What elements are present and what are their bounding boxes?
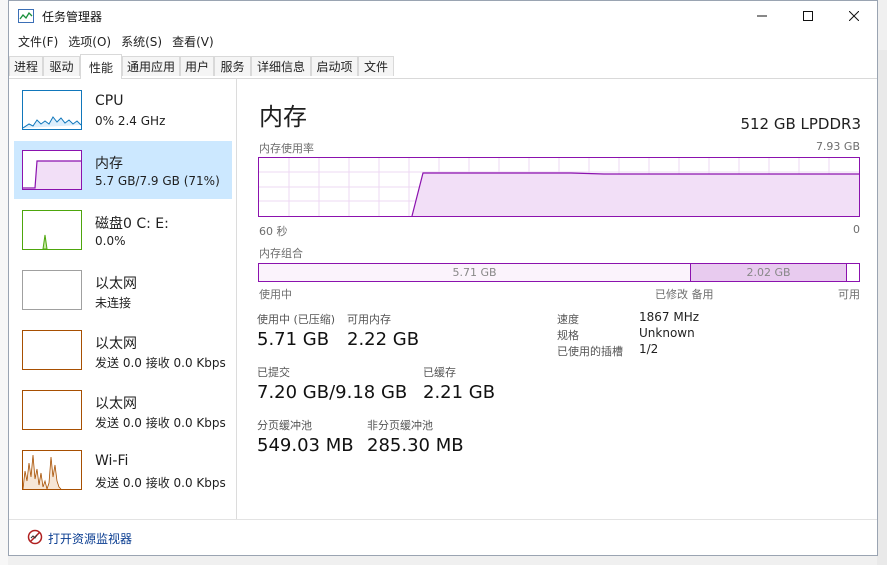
task-manager-icon [18, 9, 34, 23]
tab-drivers[interactable]: 驱动 [43, 56, 80, 76]
menu-bar: 文件(F) 选项(O) 系统(S) 查看(V) [9, 31, 877, 51]
in-use-label: 使用中 (已压缩) [257, 313, 336, 326]
paged-pool-value: 549.03 MB [257, 435, 354, 456]
memory-detail-panel: 内存 512 GB LPDDR3 内存使用率 7.93 GB 60 秒 0 内存… [237, 79, 877, 519]
usage-graph-max: 7.93 GB [815, 140, 860, 153]
tab-startup[interactable]: 启动项 [311, 56, 358, 76]
sidebar-item-memory[interactable]: 内存 5.7 GB/7.9 GB (71%) [14, 141, 232, 199]
title-bar: 任务管理器 [9, 1, 877, 31]
usage-graph-label: 内存使用率 [259, 142, 314, 155]
background-window-edge [0, 0, 8, 565]
sidebar-item-subtitle: 5.7 GB/7.9 GB (71%) [95, 174, 220, 188]
minimize-icon [757, 15, 767, 17]
speed-value: 1867 MHz [639, 310, 700, 324]
tab-files[interactable]: 文件 [358, 56, 394, 76]
sidebar-item-subtitle: 未连接 [95, 296, 132, 310]
close-button[interactable] [831, 1, 877, 31]
speed-label: 速度 [557, 313, 579, 326]
sidebar-item-title: 以太网 [95, 276, 137, 292]
close-icon [849, 11, 859, 21]
tab-services[interactable]: 服务 [214, 56, 251, 76]
tab-bar: 进程 驱动 性能 通用应用 用户 服务 详细信息 启动项 文件 [9, 54, 877, 79]
memory-usage-graph [258, 157, 860, 217]
wifi-thumbnail-graph [22, 450, 82, 490]
sidebar-item-title: 以太网 [95, 396, 137, 412]
tab-performance[interactable]: 性能 [80, 54, 122, 79]
sidebar-item-wifi[interactable]: Wi-Fi 发送 0.0 接收 0.0 Kbps [14, 441, 232, 499]
composition-modified: 2.02 GB [691, 264, 847, 281]
committed-value: 7.20 GB/9.18 GB [257, 382, 408, 403]
sidebar-item-subtitle: 发送 0.0 接收 0.0 Kbps [95, 476, 226, 490]
sidebar-item-subtitle: 发送 0.0 接收 0.0 Kbps [95, 356, 226, 370]
slots-used-value: 1/2 [639, 342, 659, 356]
tab-processes[interactable]: 进程 [9, 56, 43, 76]
sidebar-item-subtitle: 发送 0.0 接收 0.0 Kbps [95, 416, 226, 430]
sidebar-item-ethernet-1[interactable]: 以太网 未连接 [14, 261, 232, 319]
nonpaged-pool-label: 非分页缓冲池 [367, 419, 433, 432]
legend-in-use: 使用中 [259, 288, 292, 301]
available-label: 可用内存 [347, 313, 391, 326]
paged-pool-label: 分页缓冲池 [257, 419, 312, 432]
in-use-value: 5.71 GB [257, 329, 330, 350]
memory-thumbnail-graph [22, 150, 82, 190]
sidebar-item-title: 内存 [95, 156, 123, 172]
footer: 打开资源监视器 [9, 519, 877, 557]
menu-system[interactable]: 系统(S) [116, 33, 167, 50]
composition-in-use: 5.71 GB [259, 264, 691, 281]
resource-monitor-icon [27, 529, 43, 545]
memory-composition-bar: 5.71 GB 2.02 GB [258, 263, 860, 282]
background-scrollbar [877, 50, 887, 565]
minimize-button[interactable] [739, 1, 785, 31]
available-value: 2.22 GB [347, 329, 420, 350]
disk-thumbnail-graph [22, 210, 82, 250]
ethernet-thumbnail-graph [22, 330, 82, 370]
memory-spec: 512 GB LPDDR3 [740, 115, 861, 133]
task-manager-window: 任务管理器 文件(F) 选项(O) 系统(S) 查看(V) 进程 驱动 性能 通… [8, 0, 878, 556]
form-factor-label: 规格 [557, 329, 579, 342]
menu-options[interactable]: 选项(O) [63, 33, 116, 50]
menu-view[interactable]: 查看(V) [167, 33, 219, 50]
tab-users[interactable]: 用户 [180, 56, 214, 76]
sidebar-item-ethernet-2[interactable]: 以太网 发送 0.0 接收 0.0 Kbps [14, 321, 232, 379]
menu-file[interactable]: 文件(F) [13, 33, 63, 50]
sidebar-item-title: CPU [95, 93, 124, 109]
window-title: 任务管理器 [42, 9, 103, 24]
page-title: 内存 [259, 103, 307, 131]
slots-used-label: 已使用的插槽 [557, 345, 623, 358]
form-factor-value: Unknown [639, 326, 695, 340]
tab-details[interactable]: 详细信息 [251, 56, 311, 76]
open-resource-monitor-link[interactable]: 打开资源监视器 [48, 530, 132, 547]
composition-label: 内存组合 [259, 247, 303, 260]
sidebar-item-title: 磁盘0 C: E: [95, 216, 169, 232]
sidebar-item-ethernet-3[interactable]: 以太网 发送 0.0 接收 0.0 Kbps [14, 381, 232, 439]
committed-label: 已提交 [257, 366, 290, 379]
maximize-button[interactable] [785, 1, 831, 31]
time-axis-left: 60 秒 [259, 225, 288, 238]
sidebar-item-cpu[interactable]: CPU 0% 2.4 GHz [14, 81, 232, 139]
ethernet-thumbnail-graph [22, 270, 82, 310]
sidebar-item-title: Wi-Fi [95, 453, 129, 469]
sidebar-item-disk[interactable]: 磁盘0 C: E: 0.0% [14, 201, 232, 259]
tab-universal-apps[interactable]: 通用应用 [122, 56, 180, 76]
maximize-icon [803, 11, 813, 21]
sidebar-item-subtitle: 0.0% [95, 234, 126, 248]
sidebar-item-subtitle: 0% 2.4 GHz [95, 114, 166, 128]
cached-label: 已缓存 [423, 366, 456, 379]
ethernet-thumbnail-graph [22, 390, 82, 430]
cached-value: 2.21 GB [423, 382, 496, 403]
time-axis-right: 0 [853, 223, 860, 236]
cpu-thumbnail-graph [22, 90, 82, 130]
sidebar-item-title: 以太网 [95, 336, 137, 352]
legend-available: 可用 [838, 288, 860, 301]
nonpaged-pool-value: 285.30 MB [367, 435, 464, 456]
performance-sidebar: CPU 0% 2.4 GHz 内存 5.7 GB/7.9 GB (71%) 磁盘… [9, 79, 237, 519]
legend-modified-standby: 已修改 备用 [655, 288, 714, 301]
